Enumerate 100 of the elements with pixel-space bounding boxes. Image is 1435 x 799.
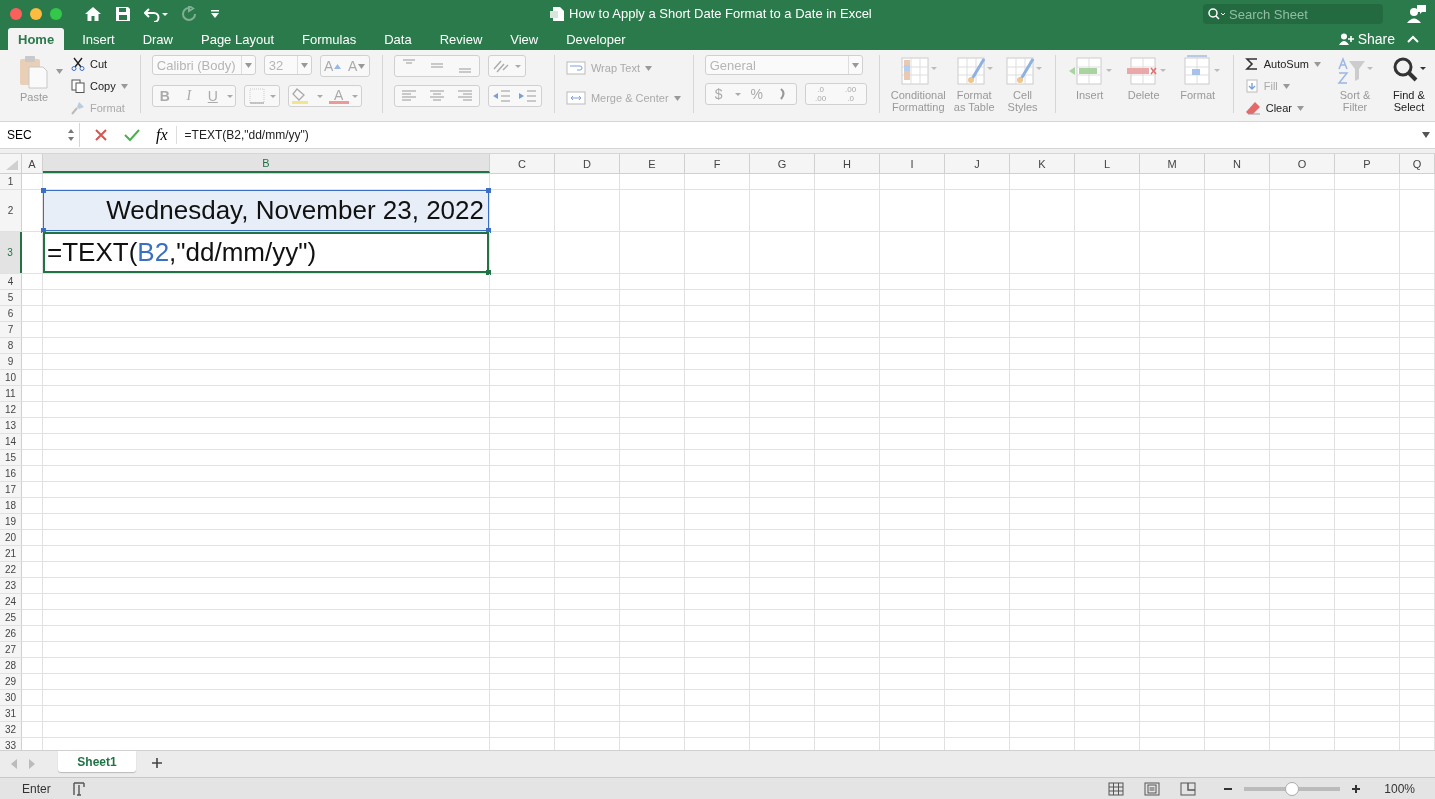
column-header[interactable]: N — [1205, 154, 1270, 173]
stepper-icon — [67, 128, 75, 142]
row-header[interactable]: 10 — [0, 370, 22, 385]
customize-caret-icon[interactable] — [210, 9, 220, 19]
formula-field[interactable]: =TEXT(B2,"dd/mm/yy") — [184, 128, 1421, 142]
add-person-icon[interactable] — [1338, 33, 1355, 45]
clear-button[interactable]: Clear — [1244, 99, 1321, 117]
collapse-ribbon-icon[interactable] — [1407, 35, 1419, 43]
zoom-in-icon[interactable] — [1350, 782, 1363, 795]
column-header[interactable]: H — [815, 154, 880, 173]
row-header[interactable]: 11 — [0, 386, 22, 401]
column-header[interactable]: J — [945, 154, 1010, 173]
row-header[interactable]: 20 — [0, 530, 22, 545]
row-header[interactable]: 13 — [0, 418, 22, 433]
zoom-button[interactable] — [50, 8, 62, 20]
macro-record-icon[interactable] — [70, 780, 87, 797]
cut-button[interactable]: Cut — [71, 55, 128, 73]
row-header[interactable]: 2 — [0, 190, 22, 231]
row-header[interactable]: 12 — [0, 402, 22, 417]
copy-button[interactable]: Copy — [71, 77, 128, 95]
row-header[interactable]: 6 — [0, 306, 22, 321]
ribbon-tab[interactable]: Page Layout — [191, 28, 284, 50]
column-header[interactable]: I — [880, 154, 945, 173]
row-header[interactable]: 28 — [0, 658, 22, 673]
row-header[interactable]: 29 — [0, 674, 22, 689]
column-header[interactable]: F — [685, 154, 750, 173]
column-header[interactable]: Q — [1400, 154, 1435, 173]
row-header[interactable]: 18 — [0, 498, 22, 513]
row-header[interactable]: 8 — [0, 338, 22, 353]
insert-function-button[interactable]: fx — [156, 126, 177, 144]
caret-icon — [851, 62, 859, 68]
row-header[interactable]: 7 — [0, 322, 22, 337]
page-break-view-icon[interactable] — [1180, 781, 1197, 796]
ribbon-tab[interactable]: Data — [374, 28, 422, 50]
row-header[interactable]: 17 — [0, 482, 22, 497]
row-header[interactable]: 15 — [0, 450, 22, 465]
column-header[interactable]: M — [1140, 154, 1205, 173]
row-header[interactable]: 22 — [0, 562, 22, 577]
caret-icon — [120, 83, 128, 89]
ribbon-tab[interactable]: Developer — [556, 28, 636, 50]
ribbon-tab[interactable]: View — [500, 28, 549, 50]
close-button[interactable] — [10, 8, 22, 20]
minimize-button[interactable] — [30, 8, 42, 20]
undo-icon[interactable] — [144, 6, 168, 22]
row-header[interactable]: 16 — [0, 466, 22, 481]
row-header[interactable]: 21 — [0, 546, 22, 561]
save-icon[interactable] — [115, 6, 131, 22]
row-header[interactable]: 27 — [0, 642, 22, 657]
row-header[interactable]: 32 — [0, 722, 22, 737]
feedback-icon[interactable] — [1407, 4, 1427, 24]
row-header[interactable]: 23 — [0, 578, 22, 593]
row-header[interactable]: 33 — [0, 738, 22, 750]
name-box[interactable]: SEC — [0, 123, 80, 147]
row-header[interactable]: 25 — [0, 610, 22, 625]
row-header[interactable]: 14 — [0, 434, 22, 449]
ribbon-tab[interactable]: Draw — [132, 28, 183, 50]
cancel-icon[interactable] — [94, 128, 108, 142]
ribbon-tab[interactable]: Formulas — [292, 28, 367, 50]
home-icon[interactable] — [84, 6, 102, 22]
row-header[interactable]: 31 — [0, 706, 22, 721]
row-header[interactable]: 24 — [0, 594, 22, 609]
column-header[interactable]: D — [555, 154, 620, 173]
table-cell[interactable]: Wednesday, November 23, 2022 — [43, 190, 490, 231]
brush-icon — [71, 101, 85, 115]
find-select-button[interactable]: Find & Select — [1388, 55, 1429, 117]
caret-icon — [334, 63, 342, 69]
row-header[interactable]: 5 — [0, 290, 22, 305]
caret-icon — [56, 69, 63, 74]
column-header[interactable]: C — [490, 154, 555, 173]
zoom-slider-thumb[interactable] — [1285, 781, 1300, 796]
row-header[interactable]: 3 — [0, 232, 22, 273]
column-header[interactable]: G — [750, 154, 815, 173]
table-cell[interactable]: =TEXT(B2,"dd/mm/yy") — [43, 232, 490, 273]
ribbon-tab[interactable]: Review — [429, 28, 493, 50]
row-header[interactable]: 19 — [0, 514, 22, 529]
row-header[interactable]: 9 — [0, 354, 22, 369]
column-header[interactable]: L — [1075, 154, 1140, 173]
triangle-icon — [5, 159, 19, 171]
column-header[interactable]: P — [1335, 154, 1400, 173]
caret-icon — [244, 62, 252, 68]
normal-view-icon[interactable] — [1108, 781, 1125, 796]
row-header[interactable]: 1 — [0, 174, 22, 189]
sheet-tab[interactable]: Sheet1 — [58, 751, 136, 772]
expand-caret-icon[interactable] — [1421, 131, 1431, 139]
share-button[interactable]: Share — [1357, 31, 1395, 47]
column-header[interactable]: K — [1010, 154, 1075, 173]
search-field[interactable]: Search Sheet — [1203, 4, 1383, 24]
merge-icon — [565, 91, 586, 105]
column-header[interactable]: B — [43, 154, 490, 173]
autosum-button[interactable]: AutoSum — [1244, 55, 1321, 73]
add-sheet-icon[interactable] — [150, 756, 164, 770]
ribbon-tab[interactable]: Insert — [72, 28, 125, 50]
ribbon-tab[interactable]: Home — [8, 28, 65, 50]
row-header[interactable]: 30 — [0, 690, 22, 705]
page-layout-view-icon[interactable] — [1144, 781, 1161, 796]
enter-icon[interactable] — [124, 128, 140, 142]
row-header[interactable]: 4 — [0, 274, 22, 289]
column-header[interactable]: O — [1270, 154, 1335, 173]
row-header[interactable]: 26 — [0, 626, 22, 641]
column-header[interactable]: E — [620, 154, 685, 173]
